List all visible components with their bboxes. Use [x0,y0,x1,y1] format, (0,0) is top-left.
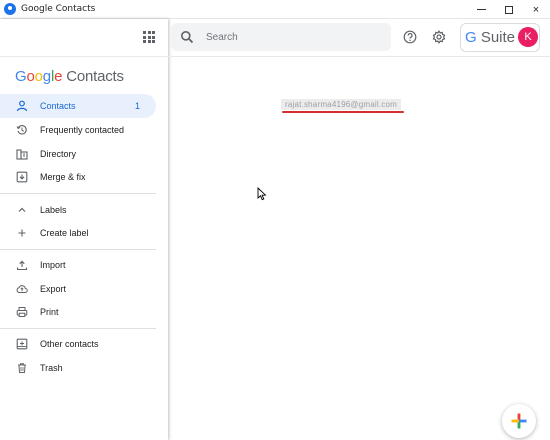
logo-letter: o [26,68,35,85]
sidebar-item-create-label[interactable]: Create label [0,221,156,245]
close-icon: × [532,3,540,16]
gsuite-logo-g: G [465,29,477,46]
trash-icon [16,362,28,374]
sidebar-item-label: Frequently contacted [40,125,125,135]
sidebar-divider [0,249,156,250]
person-icon [16,100,28,112]
close-button[interactable]: × [522,0,550,19]
contacts-window: Google Contacts × Google Contacts Contact… [0,0,550,440]
google-apps-icon[interactable] [143,31,155,43]
sidebar-top-divider [0,56,168,57]
search-bar[interactable] [171,23,391,51]
search-input[interactable] [206,31,376,43]
mouse-cursor-icon [257,187,267,201]
header-divider [168,56,550,57]
sidebar-item-print[interactable]: Print [0,300,156,324]
contact-add-icon [16,338,28,350]
logo-letter: g [42,68,51,85]
maximize-icon [505,5,513,14]
google-contacts-logo[interactable]: Google Contacts [15,68,124,85]
sidebar-item-directory[interactable]: Directory [0,142,156,166]
history-icon [16,124,28,136]
sidebar-item-label: Export [40,284,67,294]
contacts-app-icon [4,3,16,15]
gsuite-account-button[interactable]: G Suite K [460,23,540,52]
sidebar-item-contacts[interactable]: Contacts 1 [0,94,156,118]
sidebar-divider [0,193,156,194]
sidebar-divider [0,328,156,329]
sidebar-item-label: Merge & fix [40,172,86,182]
sidebar-item-trash[interactable]: Trash [0,356,156,380]
contact-email[interactable]: rajat.sharma4196@gmail.com [281,99,401,110]
plus-icon [16,227,28,239]
gsuite-logo: G Suite [465,29,515,46]
settings-gear-icon[interactable] [432,30,446,44]
sidebar-item-export[interactable]: Export [0,277,156,301]
chevron-up-icon [16,204,28,216]
sidebar: Google Contacts Contacts 1 Frequently con… [0,19,168,440]
minimize-button[interactable] [467,0,495,19]
sidebar-item-label: Directory [40,149,77,159]
sidebar-item-merge-fix[interactable]: Merge & fix [0,165,156,189]
sidebar-item-label: Trash [40,363,63,373]
sidebar-item-other-contacts[interactable]: Other contacts [0,332,156,356]
avatar[interactable]: K [518,27,538,47]
sidebar-item-label: Create label [40,228,89,238]
maximize-button[interactable] [495,0,523,19]
logo-letter: e [54,68,63,85]
search-icon[interactable] [180,30,194,44]
sidebar-item-labels[interactable]: Labels [0,198,156,222]
logo-letter: o [34,68,43,85]
sidebar-item-frequently-contacted[interactable]: Frequently contacted [0,118,156,142]
sidebar-item-label: Import [40,260,66,270]
sidebar-item-label: Contacts [40,101,76,111]
sidebar-item-label: Other contacts [40,339,99,349]
merge-icon [16,171,28,183]
gsuite-logo-text: Suite [476,29,516,46]
logo-letter: G [15,68,27,85]
contacts-count: 1 [134,101,140,111]
title-bar: Google Contacts × [0,0,550,19]
cloud-upload-icon [16,283,28,295]
create-contact-button[interactable] [502,404,536,438]
sidebar-item-label: Print [40,307,59,317]
sidebar-item-import[interactable]: Import [0,253,156,277]
email-highlight-underline [282,111,404,113]
logo-product-name: Contacts [66,68,124,85]
minimize-icon [476,9,486,10]
upload-icon [16,259,28,271]
printer-icon [16,306,28,318]
directory-icon [16,148,28,160]
add-icon [511,413,527,429]
help-icon[interactable] [403,30,417,44]
window-title: Google Contacts [21,4,96,14]
sidebar-item-label: Labels [40,205,67,215]
